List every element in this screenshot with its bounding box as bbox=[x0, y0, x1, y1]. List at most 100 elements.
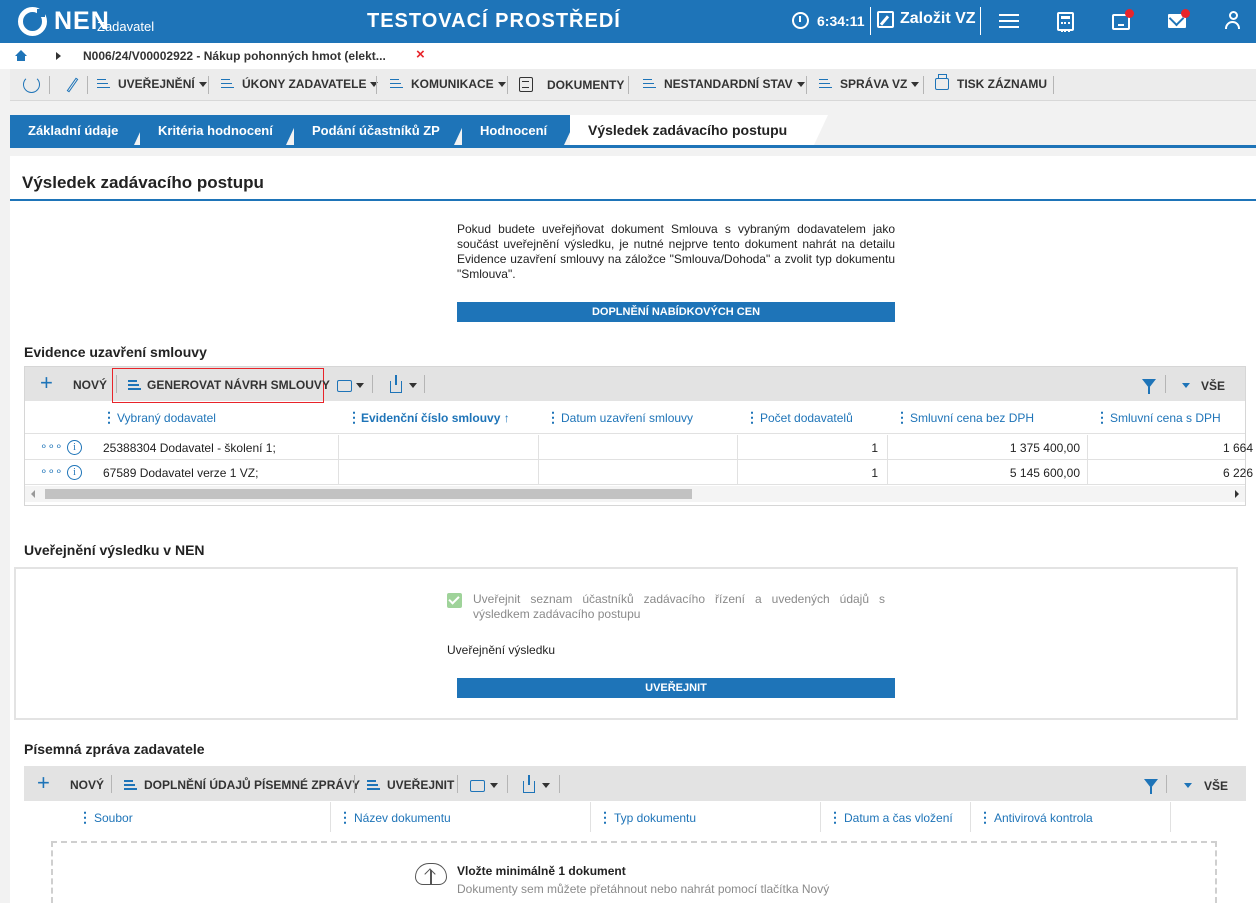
row-actions-icon[interactable]: ∘∘∘ bbox=[40, 439, 63, 453]
home-icon[interactable] bbox=[15, 50, 27, 62]
cloud-upload-icon bbox=[415, 863, 447, 885]
table-row[interactable]: ∘∘∘ i 25388304 Dodavatel - školení 1; 1 … bbox=[25, 435, 1253, 460]
fill-report-button[interactable]: DOPLNĚNÍ ÚDAJŮ PÍSEMNÉ ZPRÁVY bbox=[144, 778, 360, 792]
user-icon[interactable] bbox=[1225, 11, 1247, 33]
column-menu-icon[interactable]: ⋮ bbox=[347, 409, 361, 426]
column-price-vat[interactable]: Smluvní cena s DPH bbox=[1110, 411, 1221, 425]
chevron-down-icon[interactable] bbox=[356, 383, 364, 388]
chevron-down-icon[interactable] bbox=[409, 383, 417, 388]
chevron-down-icon bbox=[370, 81, 379, 87]
divider bbox=[870, 7, 871, 35]
info-icon[interactable]: i bbox=[67, 440, 82, 455]
report-header-row: ⋮ Soubor ⋮ Název dokumentu ⋮ Typ dokumen… bbox=[24, 802, 1246, 834]
publish-participants-label: Uveřejnit seznam účastníků zadávacího ří… bbox=[473, 592, 885, 621]
scroll-left-icon[interactable] bbox=[31, 490, 35, 498]
tab-basic-info[interactable]: Základní údaje bbox=[10, 115, 148, 145]
session-timer: 6:34:11 bbox=[792, 12, 864, 29]
column-supplier-count[interactable]: Počet dodavatelů bbox=[760, 411, 853, 425]
chevron-down-icon[interactable] bbox=[1184, 783, 1192, 788]
column-menu-icon[interactable]: ⋮ bbox=[338, 809, 352, 826]
chevron-down-icon bbox=[796, 81, 805, 87]
nonstandard-state-menu[interactable]: NESTANDARDNÍ STAV bbox=[643, 77, 805, 91]
publish-participants-checkbox[interactable] bbox=[447, 593, 462, 608]
publish-menu-label: UVEŘEJNĚNÍ bbox=[118, 77, 195, 91]
column-upload-time[interactable]: Datum a čas vložení bbox=[844, 811, 953, 825]
communication-menu-label: KOMUNIKACE bbox=[411, 77, 494, 91]
printer-icon[interactable] bbox=[470, 780, 485, 792]
communication-menu[interactable]: KOMUNIKACE bbox=[390, 77, 506, 91]
column-file[interactable]: Soubor bbox=[94, 811, 133, 825]
row-actions-icon[interactable]: ∘∘∘ bbox=[40, 464, 63, 478]
breadcrumb-current[interactable]: N006/24/V00002922 - Nákup pohonných hmot… bbox=[83, 49, 386, 63]
column-menu-icon[interactable]: ⋮ bbox=[828, 809, 842, 826]
printer-icon[interactable] bbox=[337, 380, 352, 392]
filter-icon[interactable] bbox=[1142, 379, 1156, 395]
column-menu-icon[interactable]: ⋮ bbox=[598, 809, 612, 826]
tab-submissions[interactable]: Podání účastníků ZP bbox=[294, 115, 468, 145]
nonstandard-state-label: NESTANDARDNÍ STAV bbox=[664, 77, 793, 91]
chevron-down-icon[interactable] bbox=[1182, 383, 1190, 388]
new-contract-button[interactable]: NOVÝ bbox=[73, 378, 107, 392]
fill-prices-button[interactable]: DOPLNĚNÍ NABÍDKOVÝCH CEN bbox=[457, 302, 895, 322]
column-menu-icon[interactable]: ⋮ bbox=[78, 809, 92, 826]
tab-evaluation[interactable]: Hodnocení bbox=[462, 115, 578, 145]
column-menu-icon[interactable]: ⋮ bbox=[895, 409, 909, 426]
menu-icon[interactable] bbox=[998, 10, 1020, 32]
column-price[interactable]: Smluvní cena bez DPH bbox=[910, 411, 1034, 425]
edit-icon[interactable] bbox=[66, 77, 79, 93]
plus-icon[interactable]: + bbox=[40, 372, 53, 394]
edit-icon bbox=[877, 10, 894, 28]
chevron-down-icon[interactable] bbox=[542, 783, 550, 788]
supplier-cell: 25388304 Dodavatel - školení 1; bbox=[103, 441, 276, 455]
new-report-button[interactable]: NOVÝ bbox=[70, 778, 104, 792]
create-contract-button[interactable]: Založit VZ bbox=[877, 10, 976, 28]
manage-menu[interactable]: SPRÁVA VZ bbox=[819, 77, 920, 91]
table-row[interactable]: ∘∘∘ i 67589 Dodavatel verze 1 VZ; 1 5 14… bbox=[25, 460, 1253, 485]
column-document-type[interactable]: Typ dokumentu bbox=[614, 811, 696, 825]
column-menu-icon[interactable]: ⋮ bbox=[978, 809, 992, 826]
calculator-icon[interactable] bbox=[1057, 12, 1074, 32]
info-icon[interactable]: i bbox=[67, 465, 82, 480]
list-icon bbox=[367, 780, 380, 791]
breadcrumb: N006/24/V00002922 - Nákup pohonných hmot… bbox=[0, 43, 1256, 69]
column-menu-icon[interactable]: ⋮ bbox=[102, 409, 116, 426]
close-icon[interactable]: × bbox=[416, 46, 425, 63]
scroll-right-icon[interactable] bbox=[1235, 490, 1239, 498]
chevron-down-icon[interactable] bbox=[490, 783, 498, 788]
acts-menu[interactable]: ÚKONY ZADAVATELE bbox=[221, 77, 379, 91]
publish-button[interactable]: UVEŘEJNIT bbox=[457, 678, 895, 698]
column-contract-number[interactable]: Evidenční číslo smlouvy ↑ bbox=[361, 411, 510, 425]
tab-criteria[interactable]: Kritéria hodnocení bbox=[140, 115, 300, 145]
column-menu-icon[interactable]: ⋮ bbox=[1095, 409, 1109, 426]
export-icon[interactable] bbox=[523, 775, 535, 793]
column-menu-icon[interactable]: ⋮ bbox=[745, 409, 759, 426]
refresh-icon[interactable] bbox=[23, 76, 40, 93]
horizontal-scrollbar[interactable] bbox=[25, 486, 1245, 502]
column-document-name[interactable]: Název dokumentu bbox=[354, 811, 451, 825]
filter-all-label[interactable]: VŠE bbox=[1201, 379, 1225, 393]
publish-report-button[interactable]: UVEŘEJNIT bbox=[387, 778, 454, 792]
column-supplier[interactable]: Vybraný dodavatel bbox=[117, 411, 216, 425]
column-antivirus[interactable]: Antivirová kontrola bbox=[994, 811, 1093, 825]
column-contract-date[interactable]: Datum uzavření smlouvy bbox=[561, 411, 693, 425]
filter-icon[interactable] bbox=[1144, 779, 1158, 795]
report-grid-toolbar: + NOVÝ DOPLNĚNÍ ÚDAJŮ PÍSEMNÉ ZPRÁVY UVE… bbox=[24, 766, 1246, 801]
publish-menu[interactable]: UVEŘEJNĚNÍ bbox=[97, 77, 207, 91]
info-notice: Pokud budete uveřejňovat dokument Smlouv… bbox=[457, 222, 895, 281]
list-icon bbox=[124, 780, 137, 791]
scrollbar-thumb[interactable] bbox=[45, 489, 692, 499]
tab-result[interactable]: Výsledek zadávacího postupu bbox=[570, 115, 828, 145]
page-title: Výsledek zadávacího postupu bbox=[22, 173, 264, 192]
print-record-button[interactable]: TISK ZÁZNAMU bbox=[935, 74, 1047, 91]
generate-contract-button[interactable]: GENEROVAT NÁVRH SMLOUVY bbox=[147, 378, 330, 392]
divider bbox=[980, 7, 981, 35]
export-icon[interactable] bbox=[390, 375, 402, 393]
drop-zone-hint: Dokumenty sem můžete přetáhnout nebo nah… bbox=[457, 882, 830, 896]
list-icon bbox=[643, 78, 656, 90]
column-menu-icon[interactable]: ⋮ bbox=[546, 409, 560, 426]
list-icon bbox=[97, 78, 110, 90]
filter-all-label[interactable]: VŠE bbox=[1204, 779, 1228, 793]
publication-section-title: Uveřejnění výsledku v NEN bbox=[24, 542, 205, 558]
plus-icon[interactable]: + bbox=[37, 772, 50, 794]
documents-button[interactable]: DOKUMENTY bbox=[519, 77, 624, 92]
